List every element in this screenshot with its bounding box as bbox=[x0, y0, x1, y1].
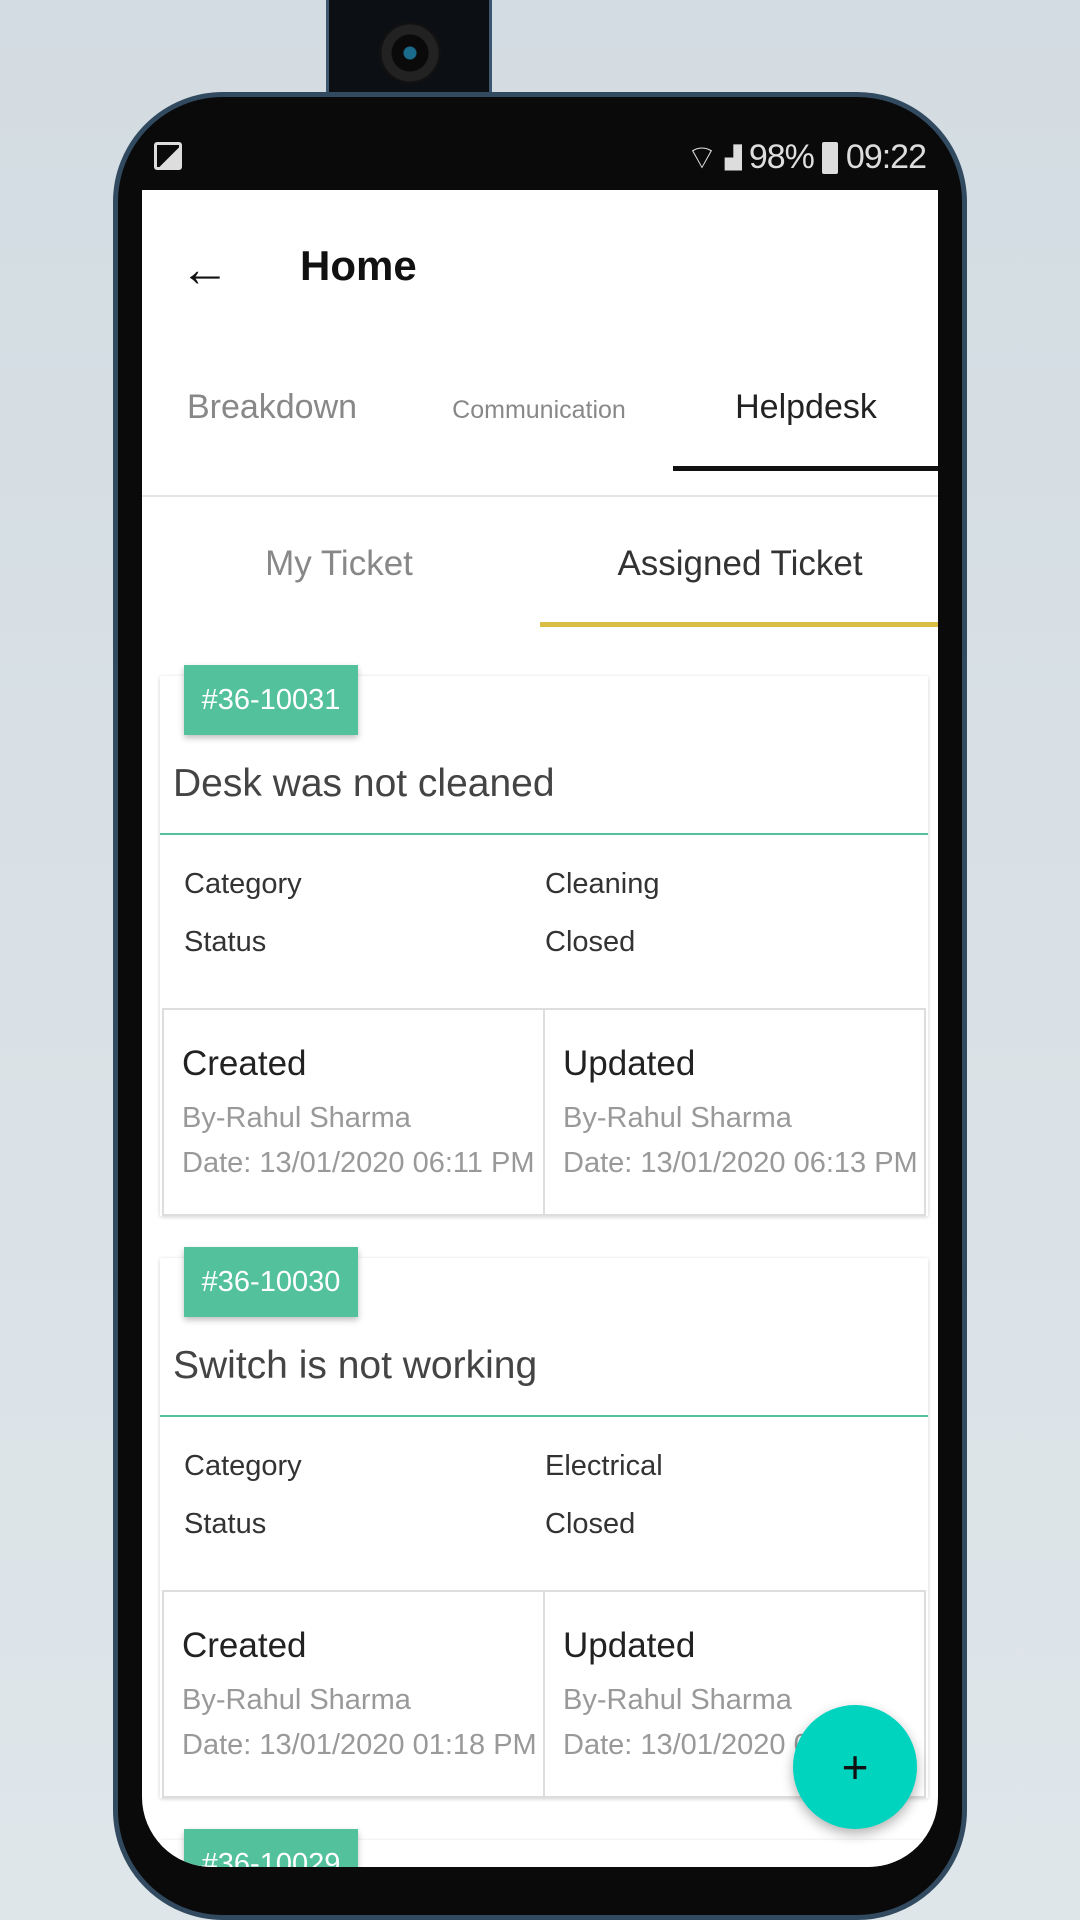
divider bbox=[160, 833, 928, 835]
signal-icon: ▟ bbox=[724, 144, 742, 170]
battery-percent: 98% bbox=[748, 138, 815, 176]
camera-lens bbox=[379, 22, 441, 84]
popup-camera bbox=[326, 0, 492, 100]
ticket-title: Desk was not cleaned bbox=[173, 762, 555, 805]
updated-label: Updated bbox=[563, 1626, 696, 1665]
battery-icon bbox=[821, 141, 838, 174]
wifi-icon: ⌔ bbox=[685, 139, 718, 177]
category-label: Category bbox=[184, 1450, 302, 1482]
add-ticket-button[interactable]: + bbox=[793, 1705, 917, 1829]
ticket-title: Switch is not working bbox=[173, 1344, 538, 1387]
clock: 09:22 bbox=[845, 138, 927, 176]
ticket-id-badge: #36-10029 bbox=[184, 1829, 358, 1867]
updated-date: Date: 13/01/2020 06:13 PM bbox=[563, 1147, 918, 1179]
subtab-my-ticket[interactable]: My Ticket bbox=[265, 544, 413, 584]
updated-label: Updated bbox=[563, 1044, 696, 1083]
app-screen: ← Home Breakdown Communication Helpdesk … bbox=[142, 190, 938, 1867]
created-label: Created bbox=[182, 1044, 307, 1083]
tab-breakdown[interactable]: Breakdown bbox=[187, 388, 357, 427]
subtab-assigned-ticket[interactable]: Assigned Ticket bbox=[617, 544, 862, 584]
status-value: Closed bbox=[545, 1508, 636, 1540]
created-section: Created By-Rahul Sharma Date: 13/01/2020… bbox=[164, 1592, 543, 1796]
created-by: By-Rahul Sharma bbox=[182, 1684, 411, 1716]
category-label: Category bbox=[184, 868, 302, 900]
ticket-card[interactable]: #36-10029 bbox=[160, 1829, 928, 1867]
created-section: Created By-Rahul Sharma Date: 13/01/2020… bbox=[164, 1010, 543, 1214]
tab-indicator bbox=[673, 466, 938, 471]
status-value: Closed bbox=[545, 926, 636, 958]
ticket-id-badge: #36-10030 bbox=[184, 1247, 358, 1317]
divider bbox=[142, 495, 938, 497]
ticket-card[interactable]: #36-10031 Desk was not cleaned Category … bbox=[160, 665, 928, 1216]
created-date: Date: 13/01/2020 01:18 PM bbox=[182, 1729, 537, 1761]
page-title: Home bbox=[300, 242, 417, 289]
updated-by: By-Rahul Sharma bbox=[563, 1102, 792, 1134]
created-by: By-Rahul Sharma bbox=[182, 1102, 411, 1134]
created-label: Created bbox=[182, 1626, 307, 1665]
category-value: Cleaning bbox=[545, 868, 660, 900]
updated-section: Updated By-Rahul Sharma Date: 13/01/2020… bbox=[543, 1010, 924, 1214]
status-label: Status bbox=[184, 1508, 267, 1540]
tab-helpdesk[interactable]: Helpdesk bbox=[735, 388, 877, 427]
ticket-card[interactable]: #36-10030 Switch is not working Category… bbox=[160, 1247, 928, 1798]
back-arrow-icon[interactable]: ← bbox=[180, 240, 230, 298]
divider bbox=[160, 1415, 928, 1417]
status-bar: ⌔ ▟ 98% 09:22 bbox=[142, 122, 938, 190]
ticket-history: Created By-Rahul Sharma Date: 13/01/2020… bbox=[162, 1008, 926, 1216]
tab-communication[interactable]: Communication bbox=[452, 396, 626, 425]
category-value: Electrical bbox=[545, 1450, 663, 1482]
created-date: Date: 13/01/2020 06:11 PM bbox=[182, 1147, 535, 1179]
subtab-indicator bbox=[540, 622, 938, 627]
ticket-id-badge: #36-10031 bbox=[184, 665, 358, 735]
status-label: Status bbox=[184, 926, 267, 958]
gallery-notification-icon bbox=[154, 142, 182, 170]
